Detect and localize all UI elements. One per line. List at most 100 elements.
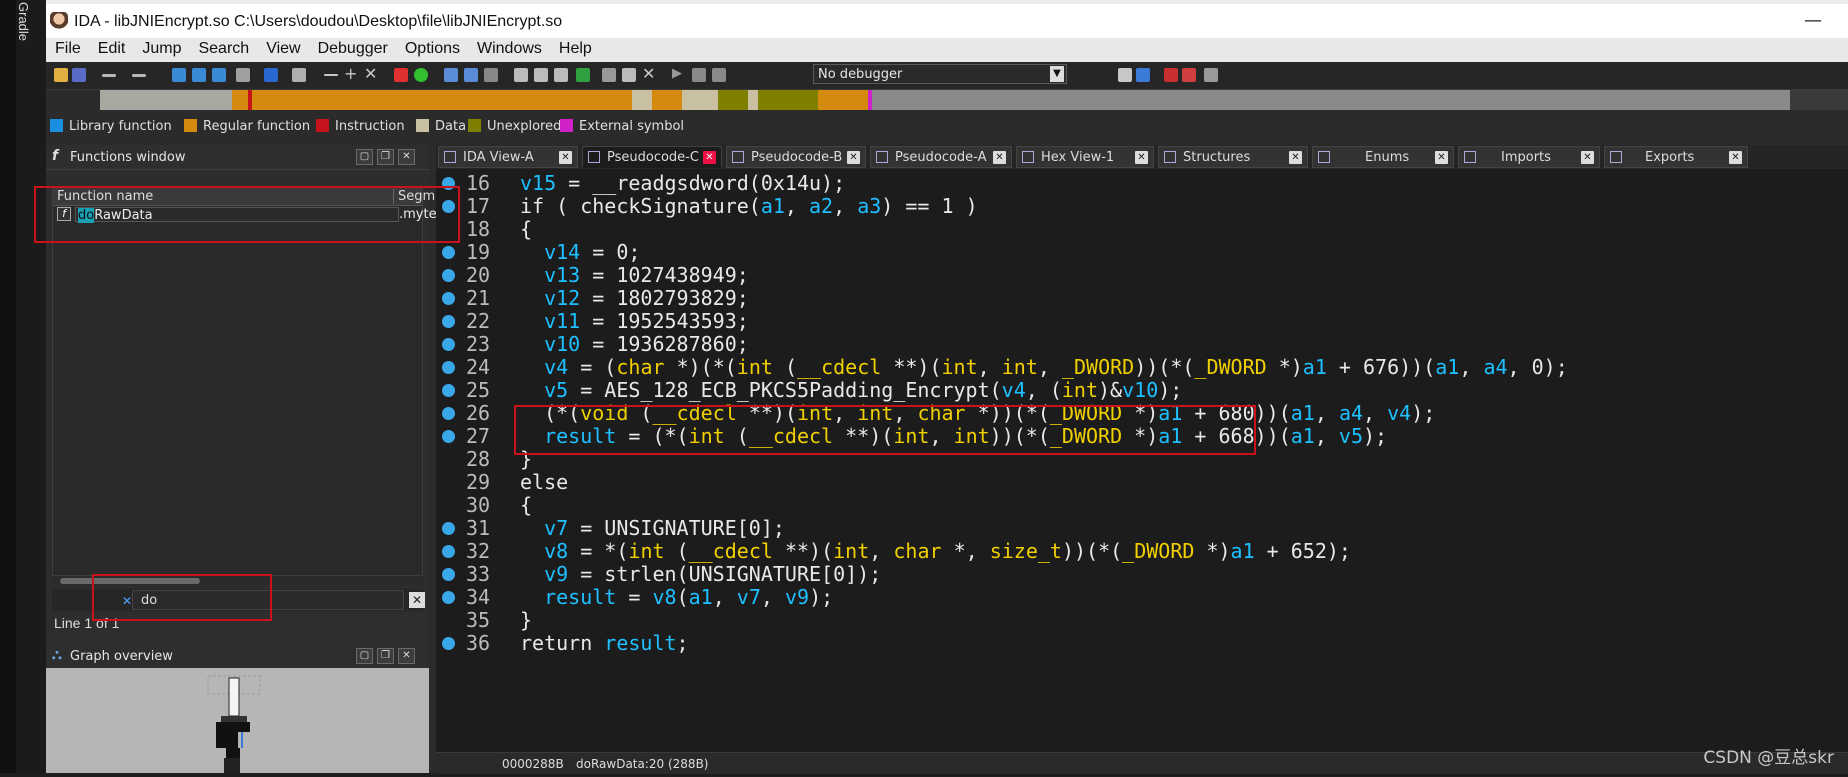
panel-float-button[interactable]: ▢: [356, 149, 373, 165]
code-line[interactable]: 17 if ( checkSignature(a1, a2, a3) == 1 ): [436, 194, 1848, 218]
menu-debugger[interactable]: Debugger: [309, 38, 396, 58]
menu-help[interactable]: Help: [550, 38, 600, 58]
panel-float-button[interactable]: ▢: [356, 648, 373, 664]
minimize-button[interactable]: —: [1804, 10, 1822, 31]
find-icon[interactable]: [292, 68, 306, 82]
code-line[interactable]: 30 {: [436, 493, 1848, 517]
tab-ida-view-a[interactable]: IDA View-A ✕: [438, 146, 578, 168]
jump-address-icon[interactable]: [192, 68, 206, 82]
breakpoint-dot-icon[interactable]: [442, 384, 455, 397]
struct-icon[interactable]: [484, 68, 498, 82]
nav-scrollbar[interactable]: [1790, 90, 1848, 110]
flag-icon[interactable]: [1182, 68, 1196, 82]
code-line[interactable]: 16 v15 = __readgsdword(0x14u);: [436, 171, 1848, 195]
breakpoint-dot-icon[interactable]: [442, 522, 455, 535]
search-icon[interactable]: [236, 68, 250, 82]
code-line[interactable]: 20 v13 = 1027438949;: [436, 263, 1848, 287]
debugger-select[interactable]: No debugger ▼: [813, 64, 1067, 84]
code-line[interactable]: 24 v4 = (char *)(*(int (__cdecl **)(int,…: [436, 355, 1848, 379]
tab-hex-view-1[interactable]: Hex View-1 ✕: [1016, 146, 1154, 168]
breakpoint-dot-icon[interactable]: [442, 591, 455, 604]
copy-icon[interactable]: [1136, 68, 1150, 82]
breakpoint-dot-icon[interactable]: [442, 338, 455, 351]
graph-overview-canvas[interactable]: [46, 668, 429, 773]
breakpoint-dot-icon[interactable]: [442, 292, 455, 305]
menu-edit[interactable]: Edit: [89, 38, 134, 58]
code-line[interactable]: 34 result = v8(a1, v7, v9);: [436, 585, 1848, 609]
panel-restore-button[interactable]: ❐: [377, 149, 394, 165]
menu-view[interactable]: View: [257, 38, 308, 58]
jump-name-icon[interactable]: [212, 68, 226, 82]
green-dot-icon[interactable]: [414, 68, 428, 82]
code-line[interactable]: 18 {: [436, 217, 1848, 241]
plugin-icon[interactable]: [1204, 68, 1218, 82]
tab-pseudocode-b[interactable]: Pseudocode-B ✕: [726, 146, 866, 168]
menu-file[interactable]: File: [46, 38, 89, 58]
code-line[interactable]: 21 v12 = 1802793829;: [436, 286, 1848, 310]
tab-pseudocode-c[interactable]: Pseudocode-C ✕: [582, 146, 722, 168]
breakpoint-dot-icon[interactable]: [442, 407, 455, 420]
chevron-down-icon[interactable]: ▼: [1050, 66, 1064, 82]
save-icon[interactable]: [72, 68, 86, 82]
code-icon[interactable]: [514, 68, 528, 82]
breakpoint-dot-icon[interactable]: [442, 246, 455, 259]
code-line[interactable]: 33 v9 = strlen(UNSIGNATURE[0]);: [436, 562, 1848, 586]
pause-icon[interactable]: [692, 68, 706, 82]
undefine-icon[interactable]: ✕: [642, 64, 656, 83]
tab-imports[interactable]: Imports ✕: [1458, 146, 1600, 168]
panel-close-button[interactable]: ✕: [398, 648, 415, 664]
breakpoint-dot-icon[interactable]: [442, 545, 455, 558]
close-icon[interactable]: ✕: [1135, 151, 1148, 164]
close-icon[interactable]: ✕: [559, 151, 572, 164]
graph-icon[interactable]: [444, 68, 458, 82]
tab-pseudocode-a[interactable]: Pseudocode-A ✕: [870, 146, 1012, 168]
forward-arrow-icon[interactable]: [132, 74, 146, 77]
jump-icon[interactable]: [172, 68, 186, 82]
code-line[interactable]: 32 v8 = *(int (__cdecl **)(int, char *, …: [436, 539, 1848, 563]
breakpoint-dot-icon[interactable]: [442, 637, 455, 650]
close-icon[interactable]: ✕: [1289, 151, 1302, 164]
gradle-sidebar-label[interactable]: Gradle: [16, 2, 31, 41]
breakpoint-dot-icon[interactable]: [442, 568, 455, 581]
data-icon[interactable]: [534, 68, 548, 82]
panel-close-button[interactable]: ✕: [398, 149, 415, 165]
code-line[interactable]: 31 v7 = UNSIGNATURE[0];: [436, 516, 1848, 540]
menu-search[interactable]: Search: [189, 38, 257, 58]
code-line[interactable]: 35}: [436, 608, 1848, 632]
code-line[interactable]: 22 v11 = 1952543593;: [436, 309, 1848, 333]
menu-options[interactable]: Options: [396, 38, 468, 58]
close-icon[interactable]: ✕: [1581, 151, 1594, 164]
patch-icon[interactable]: [602, 68, 616, 82]
minus-icon[interactable]: [324, 74, 338, 76]
code-line[interactable]: 29 else: [436, 470, 1848, 494]
breakpoint-icon[interactable]: [394, 68, 408, 82]
clear-search-button[interactable]: ✕: [409, 592, 425, 608]
menu-windows[interactable]: Windows: [468, 38, 550, 58]
edit-icon[interactable]: [622, 68, 636, 82]
close-x-icon[interactable]: ✕: [364, 64, 378, 83]
close-icon[interactable]: ✕: [1435, 151, 1448, 164]
tab-structures[interactable]: Structures ✕: [1158, 146, 1308, 168]
code-line[interactable]: 19 v14 = 0;: [436, 240, 1848, 264]
play-icon[interactable]: ▶: [672, 66, 686, 81]
close-icon[interactable]: ✕: [1729, 151, 1742, 164]
code-line[interactable]: 25 v5 = AES_128_ECB_PKCS5Padding_Encrypt…: [436, 378, 1848, 402]
open-icon[interactable]: [54, 68, 68, 82]
tab-enums[interactable]: Enums ✕: [1312, 146, 1454, 168]
breakpoint-dot-icon[interactable]: [442, 315, 455, 328]
breakpoint-dot-icon[interactable]: [442, 430, 455, 443]
close-icon[interactable]: ✕: [847, 151, 860, 164]
code-line[interactable]: 23 v10 = 1936287860;: [436, 332, 1848, 356]
string-icon[interactable]: [554, 68, 568, 82]
arrow-green-icon[interactable]: [576, 68, 590, 82]
breakpoint-dot-icon[interactable]: [442, 361, 455, 374]
tab-exports[interactable]: Exports ✕: [1604, 146, 1748, 168]
navigation-band[interactable]: [100, 90, 1792, 110]
breakpoint-dot-icon[interactable]: [442, 269, 455, 282]
list-icon[interactable]: [1164, 68, 1178, 82]
stop-icon[interactable]: [712, 68, 726, 82]
close-icon[interactable]: ✕: [993, 151, 1006, 164]
panel-restore-button[interactable]: ❐: [377, 648, 394, 664]
menu-jump[interactable]: Jump: [133, 38, 189, 58]
code-line[interactable]: 36 return result;: [436, 631, 1848, 655]
